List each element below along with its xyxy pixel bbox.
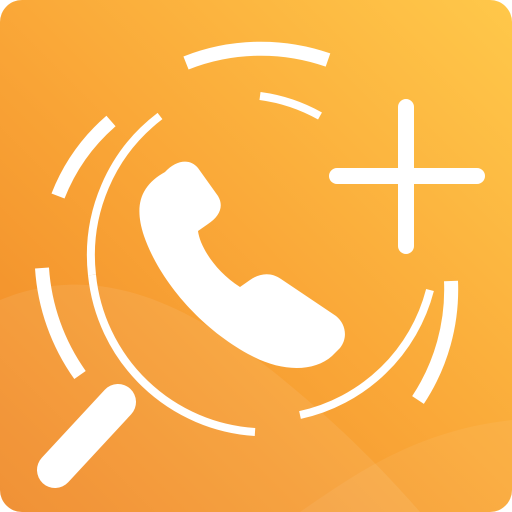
phone-search-add-icon: [0, 0, 512, 512]
app-icon-stage: [0, 0, 512, 512]
